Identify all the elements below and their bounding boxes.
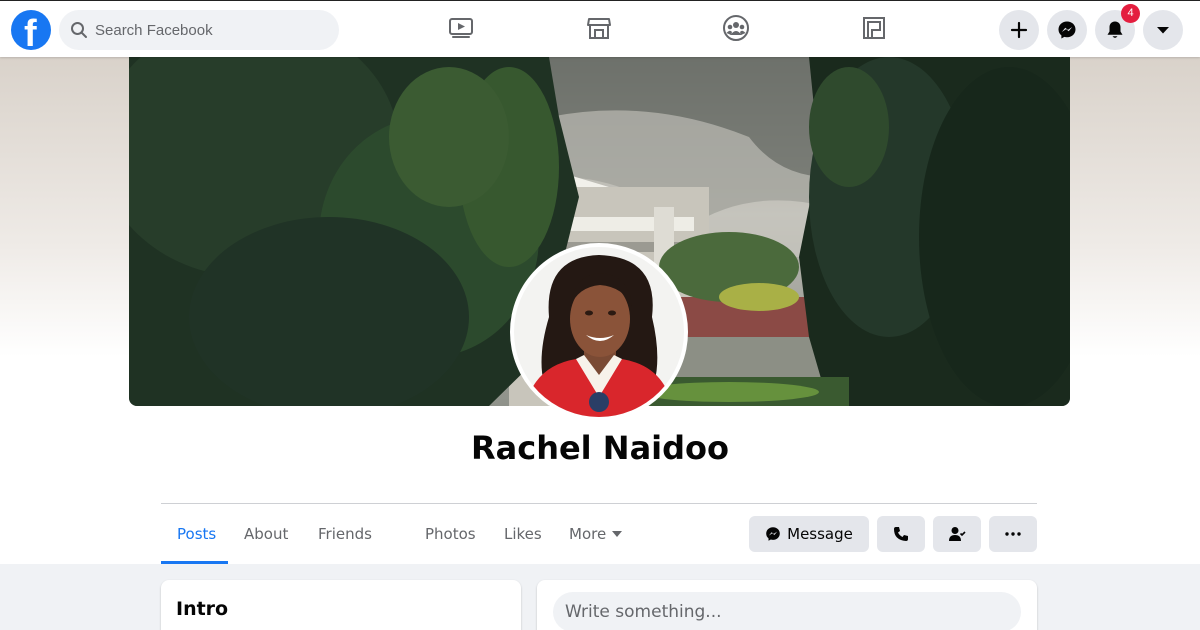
friend-status-button[interactable] (933, 516, 981, 552)
intro-card: Intro (161, 580, 521, 630)
tab-about[interactable]: About (244, 525, 288, 543)
message-button[interactable]: Message (749, 516, 869, 552)
create-icon[interactable] (999, 10, 1039, 50)
more-options-button[interactable] (989, 516, 1037, 552)
ellipsis-icon (1005, 532, 1021, 536)
profile-name: Rachel Naidoo (470, 429, 729, 467)
tab-more-label: More (569, 525, 607, 543)
logo-letter: f (24, 13, 37, 50)
account-menu-icon[interactable] (1143, 10, 1183, 50)
composer-card: Write something... (537, 580, 1037, 630)
tab-photos[interactable]: Photos (425, 525, 476, 543)
tab-likes[interactable]: Likes (504, 525, 542, 543)
notification-badge: 4 (1121, 4, 1140, 23)
profile-picture[interactable] (510, 243, 688, 421)
watch-icon[interactable] (446, 13, 476, 43)
gaming-icon[interactable] (859, 13, 889, 43)
top-navigation-bar: f (0, 0, 1200, 57)
search-box[interactable] (59, 10, 339, 50)
search-icon (71, 22, 87, 38)
caret-down-icon (612, 531, 623, 537)
groups-icon[interactable] (721, 13, 751, 43)
messenger-icon (766, 527, 780, 541)
message-label: Message (787, 525, 853, 543)
write-post-input[interactable]: Write something... (553, 592, 1021, 630)
facebook-logo-icon[interactable]: f (11, 10, 51, 50)
phone-icon (894, 527, 908, 541)
call-button[interactable] (877, 516, 925, 552)
messenger-icon[interactable] (1047, 10, 1087, 50)
friends-check-icon (949, 527, 966, 541)
marketplace-icon[interactable] (584, 13, 614, 43)
header-divider (161, 503, 1037, 504)
tab-posts[interactable]: Posts (177, 525, 216, 543)
intro-title: Intro (176, 598, 229, 620)
tab-friends[interactable]: Friends (318, 525, 372, 543)
avatar (514, 247, 684, 417)
tab-more[interactable]: More (569, 525, 623, 543)
search-input[interactable] (95, 21, 315, 39)
active-tab-indicator (161, 561, 228, 564)
